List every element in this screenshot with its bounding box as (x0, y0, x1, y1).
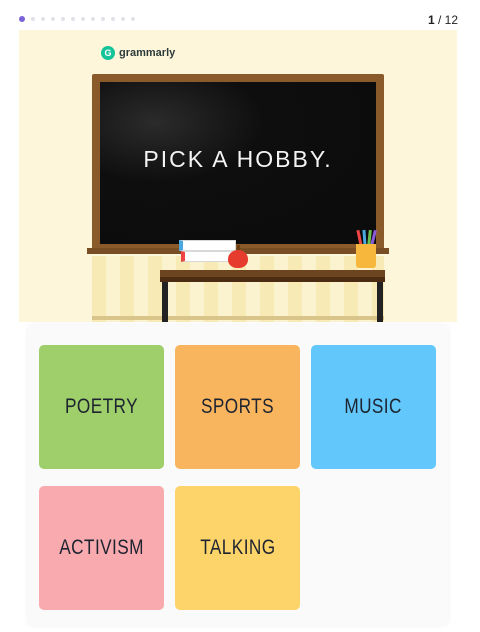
progress-dot (101, 17, 105, 21)
progress-dot (111, 17, 115, 21)
current-slide: 1 (427, 13, 435, 27)
progress-dots (19, 16, 135, 22)
total-slides: 12 (444, 13, 458, 27)
option-activism-label: ACTIVISM (59, 536, 144, 559)
desk-front (160, 277, 385, 282)
counter-separator: / (434, 13, 445, 27)
apple-icon (228, 250, 248, 268)
progress-dot (41, 17, 45, 21)
desk-top (160, 270, 385, 277)
progress-dot (71, 17, 75, 21)
desk-leg-right (377, 282, 383, 322)
option-music-label: MUSIC (344, 395, 403, 418)
desk-leg-left (162, 282, 168, 322)
progress-dot (51, 17, 55, 21)
hero-illustration: G grammarly PICK A HOBBY. (19, 30, 457, 322)
book-bottom (181, 251, 234, 262)
option-sports-label: SPORTS (201, 395, 274, 418)
progress-bar: 1 / 12 (0, 0, 480, 30)
progress-dot (121, 17, 125, 21)
option-music[interactable]: MUSIC (311, 345, 436, 469)
option-sports[interactable]: SPORTS (175, 345, 300, 469)
chalkboard: PICK A HOBBY. (92, 74, 384, 252)
progress-dot (131, 17, 135, 21)
logo-text: grammarly (119, 47, 176, 59)
progress-dot (81, 17, 85, 21)
option-talking[interactable]: TALKING (175, 486, 300, 610)
progress-dot (91, 17, 95, 21)
slide-counter: 1 / 12 (428, 13, 458, 27)
pencil-cup-icon (356, 244, 376, 268)
book-top (179, 240, 236, 251)
chalkboard-title: PICK A HOBBY. (143, 146, 333, 172)
progress-dot (31, 17, 35, 21)
progress-dot (19, 16, 25, 22)
floor-line (92, 316, 384, 320)
option-poetry-label: POETRY (65, 395, 138, 418)
option-poetry[interactable]: POETRY (39, 345, 164, 469)
option-talking-label: TALKING (199, 536, 276, 559)
grammarly-g-icon: G (101, 46, 115, 60)
hobby-options-panel: POETRY SPORTS MUSIC ACTIVISM TALKING (28, 325, 448, 625)
option-activism[interactable]: ACTIVISM (39, 486, 164, 610)
progress-dot (61, 17, 65, 21)
chalkboard-surface: PICK A HOBBY. (100, 82, 376, 244)
grammarly-logo: G grammarly (101, 46, 175, 60)
